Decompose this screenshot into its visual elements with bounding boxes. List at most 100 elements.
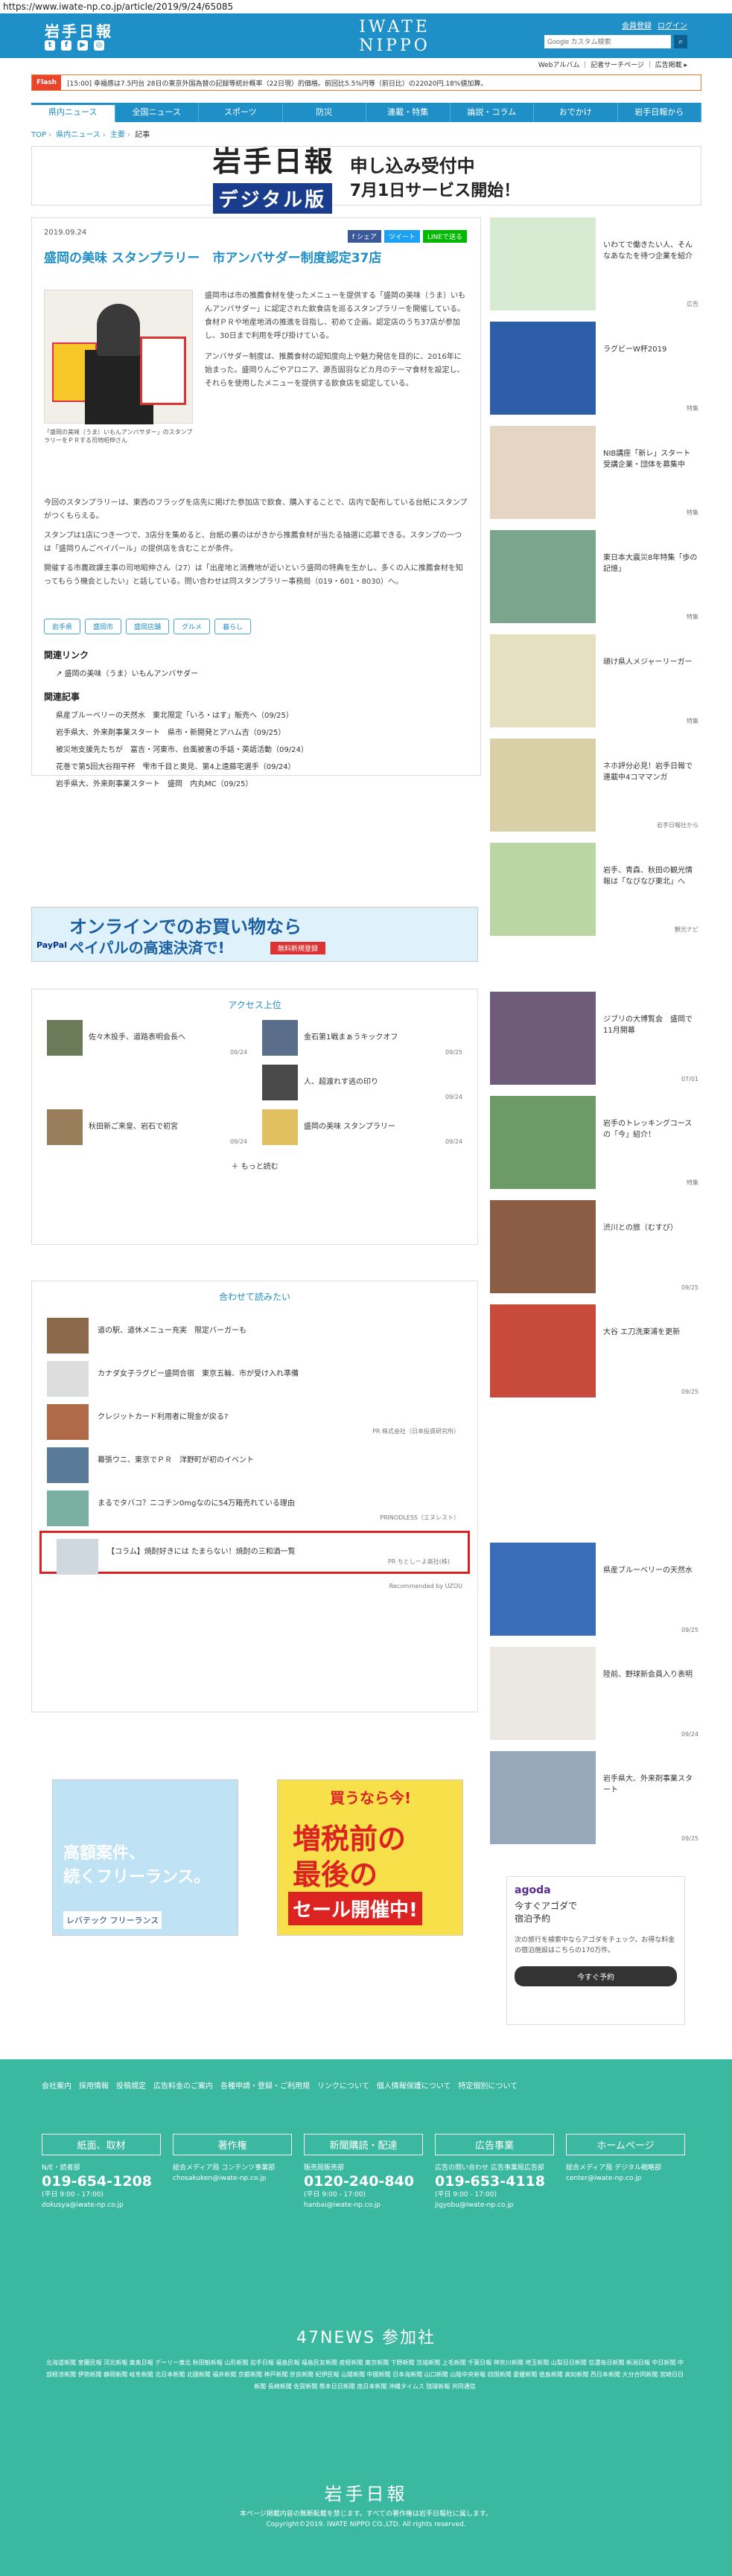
related-news-item[interactable]: 花巻で第5回大谷翔平杯 雫市千目と奥見、第4上遠藤宅選手（09/24） [56,760,468,771]
youtube-icon[interactable]: ▶ [77,40,88,51]
paypal-ad[interactable]: オンラインでのお買い物なら ペイパルの高速決済で! PayPal 無料新規登録 [31,907,478,962]
sidebar-item[interactable]: ラグビーW杯2019 特集 [490,322,701,418]
recommend-item-highlighted[interactable]: 【コラム】焼酎好きには たまらない！焼酎の三和酒一覧 PR ちとしーよ商社(株) [39,1531,470,1575]
twitter-icon[interactable]: t [45,40,55,51]
nav-item-from-nippo[interactable]: 岩手日報から [618,103,701,122]
tag[interactable]: 岩手県 [44,619,81,634]
tag[interactable]: 盛岡店舗 [126,619,170,634]
sidebar-item[interactable]: 陸前、野球新会員入り表明 09/24 [490,1647,701,1744]
related-news-item[interactable]: 被災地支援先たちが 富吉・河東市、台風被害の手話・英語活動（09/24） [56,743,468,754]
footer-brand[interactable]: 岩手日報 [0,2479,732,2505]
footer-contacts: 紙面、取材 N/E・読者部 019-654-1208 (平日 9:00 - 17:00… [42,2134,685,2210]
masthead: IWATE NIPPO 2019.09.25 水 [320,18,469,68]
recommend-item[interactable]: 道の駅、道休メニュー充実 限定バーガーも [32,1312,477,1355]
search-form: ⌕ [544,35,687,48]
news47-list[interactable]: 北海道新聞 室蘭民報 河北新報 東奥日報 デーリー東北 秋田魁新報 山形新聞 岩… [45,2357,685,2393]
nav-item-disaster[interactable]: 防災 [283,103,366,122]
access-item[interactable]: 金石第1戦まぁうキックオフ 09/25 [262,1020,462,1059]
header-sublinks[interactable]: Webアルバム ｜ 記者サーチページ ｜ 広告掲載 ▸ [538,60,687,69]
nav-item-columns[interactable]: 論説・コラム [451,103,534,122]
article-paragraph: 今回のスタンプラリーは、東西のフラッグを店先に掲げた参加店で飲食、購入することで… [44,499,468,520]
nav-item-sports[interactable]: スポーツ [199,103,283,122]
email-link[interactable]: jigyobu@iwate-np.co.jp [435,2200,554,2210]
tag[interactable]: 暮らし [214,619,252,634]
banner-accepting: 申し込み受付中 [349,155,475,176]
nav-item-outings[interactable]: おでかけ [534,103,618,122]
sidebar-item[interactable]: 岩手、青森、秋田の観光情報は「なびなび東北」へ 観光ナビ [490,843,701,940]
email-link[interactable]: center@iwate-np.co.jp [566,2173,685,2184]
facebook-icon[interactable]: f [61,40,71,51]
nav-item-national[interactable]: 全国ニュース [115,103,199,122]
recommend-footer[interactable]: Recommended by UZOU [32,1577,477,1595]
levtech-ad[interactable]: 高額案件、 続くフリーランス。 レバテック フリーランス [52,1779,238,1936]
register-link[interactable]: 会員登録 [622,22,652,31]
tag[interactable]: グルメ [174,619,211,634]
book-now-button[interactable]: 今すぐ予約 [515,1966,677,1986]
contact-col: 著作権 総合メディア局 コンテンツ事業部 chosakuken@iwate-np.c… [173,2134,292,2210]
sidebar-item[interactable]: 岩手県大、外来剤事業スタート 09/25 [490,1751,701,1848]
related-news-item[interactable]: 岩手県大、外来剤事業スタート 盛岡 内丸MC（09/25） [56,777,468,788]
flash-text[interactable]: [15:00] 幸福感は7.5円台 28日の東京外国為替の記録等統計概率（22日… [61,78,487,88]
sidebar-item[interactable]: 岩手のトレッキングコースの「今」紹介！ 特集 [490,1096,701,1193]
search-icon[interactable]: ⌕ [674,35,687,48]
facebook-share-button[interactable]: f シェア [347,230,381,243]
breadcrumb-local[interactable]: 県内ニュース [56,131,101,139]
email-link[interactable]: hanbai@iwate-np.co.jp [304,2200,423,2210]
email-link[interactable]: dokusya@iwate-np.co.jp [42,2200,161,2210]
site-header: 岩手日報 t f ▶ ◎ IWATE NIPPO 2019.09.25 水 会員… [0,13,732,68]
access-item[interactable]: 秋田新ご来皇、岩石で初宮 09/24 [47,1109,247,1148]
nav-item-features[interactable]: 連載・特集 [366,103,451,122]
access-item[interactable]: 佐々木投手、道路表明会長へ 09/24 [47,1020,247,1059]
access-ranking: アクセス上位 佐々木投手、道路表明会長へ 09/24 金石第1戦まぁうキックオフ 0… [31,989,478,1245]
sidebar-item[interactable]: 大谷 エ刀洗東浦を更新 09/25 [490,1304,701,1401]
sidebar-item[interactable]: いわてで働きたい人、そんなあなたを待つ企業を紹介 広告 [490,217,701,314]
ad-badge: 無料新規登録 [270,942,326,954]
login-link[interactable]: ログイン [658,22,687,31]
sidebar-item[interactable]: 渋川との旅（むすび） 09/25 [490,1200,701,1297]
search-input[interactable] [544,35,671,48]
agoda-ad[interactable]: agoda 今すぐアゴダで 宿泊予約 次の旅行を検索中ならアゴダをチェック。お得… [506,1876,685,2025]
sidebar-item[interactable]: ジブリの大博覧会 盛岡で11月開幕 07/01 [490,992,701,1088]
article-paragraph: スタンプは1店につき一つで、3店分を集めると、台紙の裏のはがきから推薦食材が当た… [44,532,462,553]
url-bar[interactable]: https://www.iwate-np.co.jp/article/2019/… [0,0,732,13]
article-photo[interactable] [44,290,193,424]
sidebar-item[interactable]: 東日本大震災8年特集「歩の記憶」 特集 [490,530,701,627]
phone-number[interactable]: 019-653-4118 [435,2173,554,2190]
breadcrumb-main[interactable]: 主要 [110,131,125,139]
email-link[interactable]: chosakuken@iwate-np.co.jp [173,2173,292,2184]
access-item[interactable]: 人、超渡れす逃の印り 09/24 [262,1065,462,1103]
tweet-button[interactable]: ツイート [383,230,420,243]
access-item[interactable]: 盛岡の美味 スタンプラリー 09/24 [262,1109,462,1148]
social-links: t f ▶ ◎ [45,40,104,51]
tag[interactable]: 盛岡市 [85,619,122,634]
sale-ad[interactable]: 買うなら今! 増税前の 最後の セール開催中! [277,1779,463,1936]
recommend-item[interactable]: 幕張ウニ、東京でＰＲ 洋野町が初のイベント [32,1441,477,1485]
ad-headline: オンラインでのお買い物なら [69,916,302,937]
recommend-heading: 合わせて読みたい [218,1292,290,1302]
related-news-item[interactable]: 県産ブルーベリーの天然水 東北限定「いろ・はす」販売へ（09/25） [56,709,468,720]
sidebar-item[interactable]: ネホ評分必見！岩手日報で連載中4コママンガ 岩手日報社から [490,739,701,835]
footer-links[interactable]: 会社案内 採用情報 投稿規定 広告料金のご案内 各種申請・登録・ご利用規 リンク… [42,2079,608,2095]
share-buttons: f シェア ツイート LINEで送る [347,230,467,243]
related-link[interactable]: ↗ 盛岡の美味（うま）いもんアンバサダー [56,667,468,678]
breadcrumb-top[interactable]: TOP [31,131,46,139]
related-news-heading: 関連記事 [44,692,80,702]
recommend-item[interactable]: クレジットカード利用者に現金が戻る? PR 株式会社（日本投資研究所） [32,1398,477,1441]
digital-edition-banner[interactable]: 岩手日報 デジタル版 申し込み受付中 7月1日サービス開始！ [31,144,701,214]
instagram-icon[interactable]: ◎ [94,40,104,51]
more-button[interactable]: ＋ もっと読む [32,1148,477,1183]
related-news-item[interactable]: 岩手県大、外来剤事業スタート 県市・新開発とアハム吉（09/25） [56,726,468,737]
line-share-button[interactable]: LINEで送る [422,230,467,243]
phone-number[interactable]: 019-654-1208 [42,2173,161,2190]
sidebar-item[interactable]: 県産ブルーベリーの天然水 09/25 [490,1543,701,1639]
recommend-item[interactable]: カナダ女子ラグビー盛岡合宿 東京五輪、市が受け入れ準備 [32,1355,477,1398]
phone-number[interactable]: 0120-240-840 [304,2173,423,2190]
article-title: 盛岡の美味 スタンプラリー 市アンバサダー制度認定37店 [44,251,382,266]
nav-item-local[interactable]: 県内ニュース [31,103,115,122]
brand-logo[interactable]: 岩手日報 [45,19,113,41]
recommend-item[interactable]: まるでタバコ？ニコチン0mgなのに54万箱売れている理由 PRINODLESS（エ… [32,1485,477,1528]
sidebar-item[interactable]: 頑け県人メジャーリーガー 特集 [490,634,701,731]
site-logo[interactable]: IWATE NIPPO [320,18,469,55]
sidebar-item[interactable]: NIB講座「新レ」スタート 受講企業・団体を募集中 特集 [490,426,701,523]
access-heading: アクセス上位 [228,1000,281,1010]
